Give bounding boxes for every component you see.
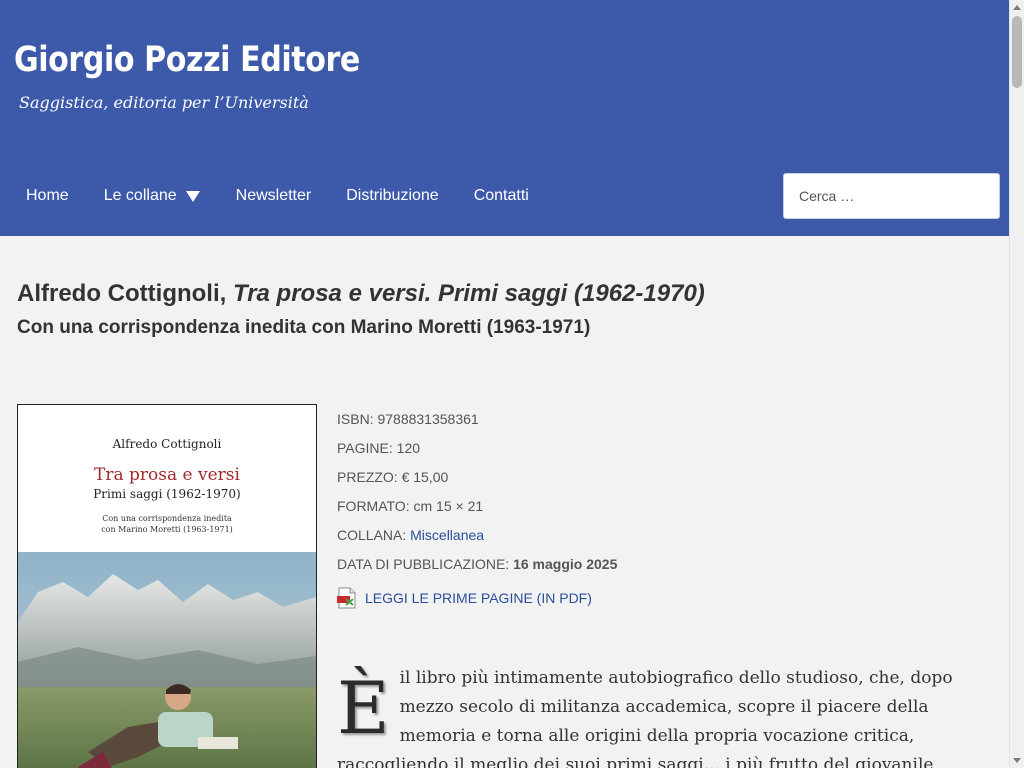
book-title-text: Tra prosa e versi. Primi saggi (1962-197… (232, 280, 705, 307)
book-author: Alfredo Cottignoli, (17, 280, 227, 307)
pdf-preview-link[interactable]: LEGGI LE PRIME PAGINE (IN PDF) (365, 588, 592, 608)
scroll-down-arrow-icon[interactable] (1013, 758, 1021, 763)
cover-subtitle: Primi saggi (1962-1970) (93, 487, 241, 501)
cover-author: Alfredo Cottignoli (112, 437, 222, 451)
book-description: È il libro più intimamente autobiografic… (337, 664, 977, 768)
nav-label: Le collane (103, 187, 177, 204)
pages-row: PAGINE: 120 (337, 438, 617, 467)
isbn-label: ISBN: (337, 411, 374, 427)
caret-down-icon (185, 190, 200, 202)
series-label: COLLANA: (337, 527, 407, 543)
pdf-row[interactable]: LEGGI LE PRIME PAGINE (IN PDF) (337, 583, 617, 612)
nav-item-le-collane[interactable]: Le collane (104, 187, 201, 205)
price-value: € 15,00 (401, 469, 449, 485)
book-cover[interactable]: Alfredo Cottignoli Tra prosa e versi Pri… (17, 404, 317, 768)
book-details: ISBN: 9788831358361 PAGINE: 120 PREZZO: … (337, 409, 617, 612)
isbn-row: ISBN: 9788831358361 (337, 409, 617, 438)
date-value: 16 maggio 2025 (513, 556, 618, 572)
main-nav: Home Le collane Newsletter Distribuzione… (26, 184, 564, 208)
dropcap-letter: È (337, 666, 390, 750)
series-link[interactable]: Miscellanea (410, 527, 484, 543)
price-row: PREZZO: € 15,00 (337, 467, 617, 496)
book-title: Alfredo Cottignoli, Tra prosa e versi. P… (17, 280, 705, 308)
cover-note: Con una corrispondenza inedita con Marin… (18, 513, 316, 535)
cover-note-line: con Marino Moretti (1963-1971) (101, 525, 233, 534)
pages-label: PAGINE: (337, 440, 393, 456)
description-text: il libro più intimamente autobiografico … (337, 668, 953, 768)
cover-title: Tra prosa e versi (94, 465, 240, 485)
nav-item-home[interactable]: Home (26, 187, 69, 205)
book-subtitle: Con una corrispondenza inedita con Marin… (17, 317, 591, 338)
format-value: cm 15 × 21 (413, 498, 484, 514)
isbn-value: 9788831358361 (377, 411, 479, 427)
pdf-icon (337, 587, 356, 608)
date-row: DATA DI PUBBLICAZIONE: 16 maggio 2025 (337, 554, 617, 583)
search-input[interactable] (783, 173, 1000, 219)
page-scrollbar[interactable] (1009, 0, 1024, 768)
nav-item-distribuzione[interactable]: Distribuzione (346, 187, 438, 205)
price-label: PREZZO: (337, 469, 398, 485)
format-row: FORMATO: cm 15 × 21 (337, 496, 617, 525)
pages-value: 120 (396, 440, 421, 456)
site-title[interactable]: Giorgio Pozzi Editore (14, 40, 360, 80)
nav-item-contatti[interactable]: Contatti (474, 187, 529, 205)
scroll-up-arrow-icon[interactable] (1013, 5, 1021, 10)
series-row: COLLANA: Miscellanea (337, 525, 617, 554)
date-label: DATA DI PUBBLICAZIONE: (337, 556, 510, 572)
cover-photo (18, 552, 316, 768)
cover-note-line: Con una corrispondenza inedita (102, 514, 232, 523)
nav-label: Contatti (473, 187, 529, 204)
site-tagline: Saggistica, editoria per l’Università (19, 93, 309, 112)
site-header: Giorgio Pozzi Editore Saggistica, editor… (0, 0, 1009, 236)
nav-label: Home (26, 187, 69, 204)
scrollbar-thumb[interactable] (1012, 16, 1022, 88)
nav-label: Newsletter (235, 187, 312, 204)
nav-item-newsletter[interactable]: Newsletter (236, 187, 312, 205)
nav-label: Distribuzione (346, 187, 439, 204)
format-label: FORMATO: (337, 498, 410, 514)
